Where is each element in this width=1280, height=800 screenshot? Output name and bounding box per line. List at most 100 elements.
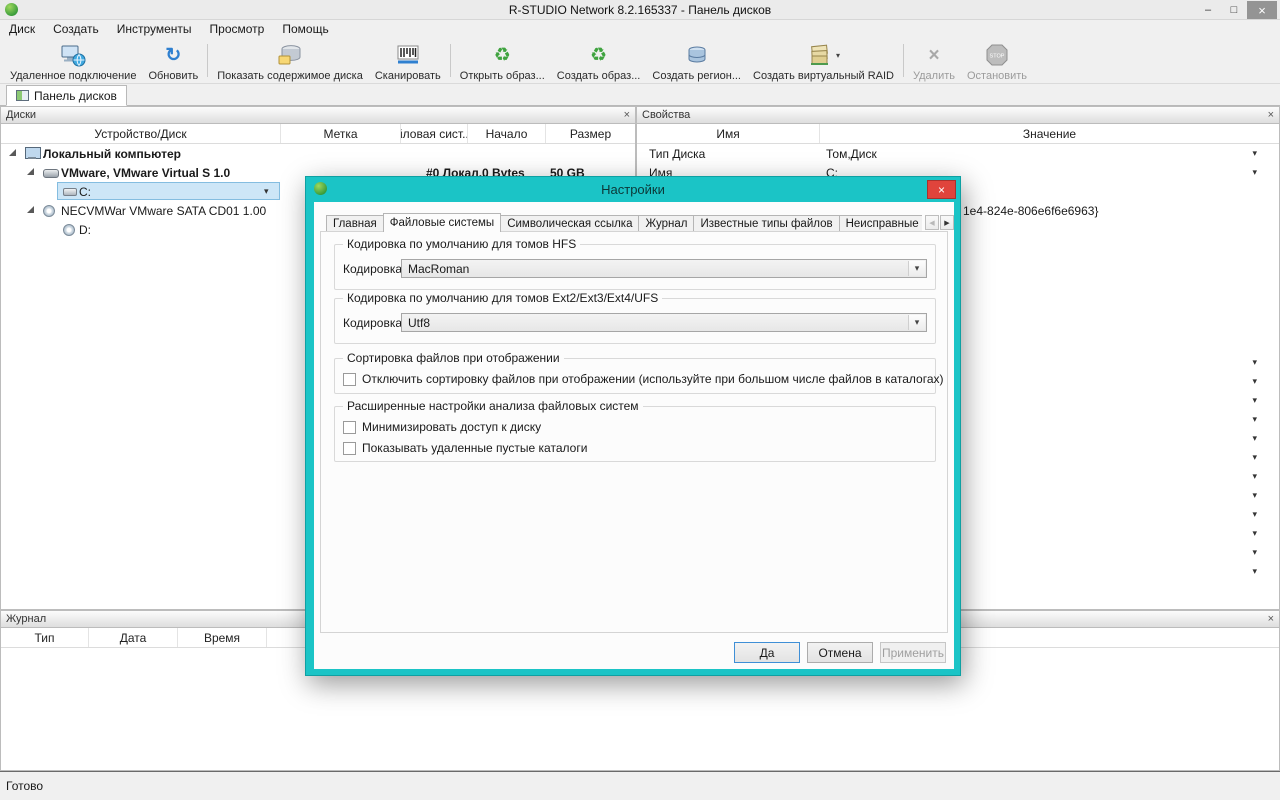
volume-icon [63,188,77,196]
tab-symlink[interactable]: Символическая ссылка [501,215,639,232]
column-start[interactable]: Начало [468,124,546,143]
column-name[interactable]: Имя [637,124,820,143]
tab-log[interactable]: Журнал [639,215,694,232]
close-icon[interactable]: × [624,110,630,121]
menu-tools[interactable]: Инструменты [108,22,201,36]
close-icon: × [938,183,945,197]
minimize-disk-access-checkbox-row[interactable]: Минимизировать доступ к диску [343,420,541,434]
menubar: Диск Создать Инструменты Просмотр Помощь [0,20,1280,38]
remote-connection-button[interactable]: Удаленное подключение [4,40,142,83]
dropdown-caret-icon[interactable]: ▾ [1252,414,1257,425]
group-title: Кодировка по умолчанию для томов Ext2/Ex… [343,291,662,305]
chevron-down-icon[interactable]: ▾ [836,51,840,60]
tree-label: VMware, VMware Virtual S 1.0 [61,166,230,180]
expander-icon[interactable] [27,168,34,175]
hard-disk-icon [43,169,59,178]
property-row-disk-type[interactable]: Тип Диска Том,Диск ▾ [637,144,1279,163]
chevron-down-icon[interactable]: ▾ [908,315,925,330]
close-button[interactable]: × [1247,1,1277,19]
menu-view[interactable]: Просмотр [201,22,274,36]
create-region-button[interactable]: Создать регион... [646,40,747,83]
chevron-down-icon[interactable]: ▾ [264,186,269,197]
disable-sorting-checkbox-row[interactable]: Отключить сортировку файлов при отображе… [343,372,944,386]
menu-create[interactable]: Создать [44,22,108,36]
tab-main[interactable]: Главная [326,215,384,232]
show-disk-content-button[interactable]: Показать содержимое диска [211,40,369,83]
tab-file-systems[interactable]: Файловые системы [383,213,501,232]
dialog-titlebar[interactable]: Настройки × [306,177,960,202]
combo-value: MacRoman [408,262,469,276]
dropdown-caret-icon[interactable]: ▾ [1252,376,1257,387]
document-tabbar: Панель дисков [0,84,1280,106]
dropdown-caret-icon[interactable]: ▾ [1252,547,1257,558]
dropdown-caret-icon[interactable]: ▾ [1252,148,1257,159]
dialog-body: Главная Файловые системы Символическая с… [314,202,954,669]
dropdown-caret-icon[interactable]: ▾ [1252,566,1257,577]
tab-scroll-right-button[interactable]: ▶ [940,215,954,230]
column-filesystem[interactable]: йловая сист... [401,124,468,143]
column-time[interactable]: Время [178,628,267,647]
ok-button[interactable]: Да [734,642,800,663]
menu-help[interactable]: Помощь [273,22,337,36]
create-image-button[interactable]: ♻ Создать образ... [551,40,647,83]
disks-panel-header: Диски × [1,107,635,124]
disks-column-headers: Устройство/Диск Метка йловая сист... Нач… [1,124,635,144]
create-virtual-raid-button[interactable]: ▾ Создать виртуальный RAID [747,40,900,83]
close-icon[interactable]: × [1268,110,1274,121]
cd-icon [63,224,75,236]
toolbar: Удаленное подключение ↻ Обновить Показат… [0,38,1280,84]
ext-encoding-select[interactable]: Utf8 ▾ [401,313,927,332]
open-image-icon: ♻ [494,46,511,65]
dropdown-caret-icon[interactable]: ▾ [1252,490,1257,501]
remote-connection-icon [60,42,86,68]
chevron-down-icon[interactable]: ▾ [908,261,925,276]
dropdown-caret-icon[interactable]: ▾ [1252,509,1257,520]
open-image-button[interactable]: ♻ Открыть образ... [454,40,551,83]
toolbar-separator [207,44,208,77]
dropdown-caret-icon[interactable]: ▾ [1252,395,1257,406]
column-label[interactable]: Метка [281,124,401,143]
dropdown-caret-icon[interactable]: ▾ [1252,167,1257,178]
minimize-button[interactable]: – [1195,1,1221,19]
maximize-button[interactable]: □ [1221,1,1247,19]
property-value: 1e4-824e-806e6f6e6963} [963,204,1098,218]
column-value[interactable]: Значение [820,124,1279,143]
dropdown-caret-icon[interactable]: ▾ [1252,471,1257,482]
dialog-close-button[interactable]: × [927,180,956,199]
window-titlebar: R-STUDIO Network 8.2.165337 - Панель дис… [0,0,1280,20]
tab-known-file-types[interactable]: Известные типы файлов [694,215,839,232]
refresh-icon: ↻ [165,46,181,65]
status-text: Готово [6,779,43,793]
refresh-button[interactable]: ↻ Обновить [142,40,204,83]
close-icon[interactable]: × [1268,614,1274,625]
checkbox[interactable] [343,442,356,455]
column-size[interactable]: Размер [546,124,635,143]
column-type[interactable]: Тип [1,628,89,647]
tab-scroll-left-button[interactable]: ◀ [925,215,939,230]
tab-disk-panel[interactable]: Панель дисков [6,85,127,106]
toolbar-separator [450,44,451,77]
column-device[interactable]: Устройство/Диск [1,124,281,143]
scan-button[interactable]: Сканировать [369,40,447,83]
checkbox[interactable] [343,421,356,434]
toolbar-separator [903,44,904,77]
create-region-icon [684,42,710,68]
menu-disk[interactable]: Диск [0,22,44,36]
dropdown-caret-icon[interactable]: ▾ [1252,452,1257,463]
checkbox-label: Показывать удаленные пустые каталоги [362,441,587,455]
dropdown-caret-icon[interactable]: ▾ [1252,433,1257,444]
svg-text:STOP: STOP [990,54,1005,60]
group-hfs-encoding: Кодировка по умолчанию для томов HFS Код… [334,244,936,290]
show-deleted-empty-folders-checkbox-row[interactable]: Показывать удаленные пустые каталоги [343,441,587,455]
dropdown-caret-icon[interactable]: ▾ [1252,357,1257,368]
cancel-button[interactable]: Отмена [807,642,873,663]
tree-label: Локальный компьютер [43,147,181,161]
dropdown-caret-icon[interactable]: ▾ [1252,528,1257,539]
checkbox[interactable] [343,373,356,386]
scan-icon [395,42,421,68]
expander-icon[interactable] [27,206,34,213]
expander-icon[interactable] [9,149,16,156]
hfs-encoding-select[interactable]: MacRoman ▾ [401,259,927,278]
column-date[interactable]: Дата [89,628,178,647]
tree-row-local-computer[interactable]: Локальный компьютер [1,144,635,163]
